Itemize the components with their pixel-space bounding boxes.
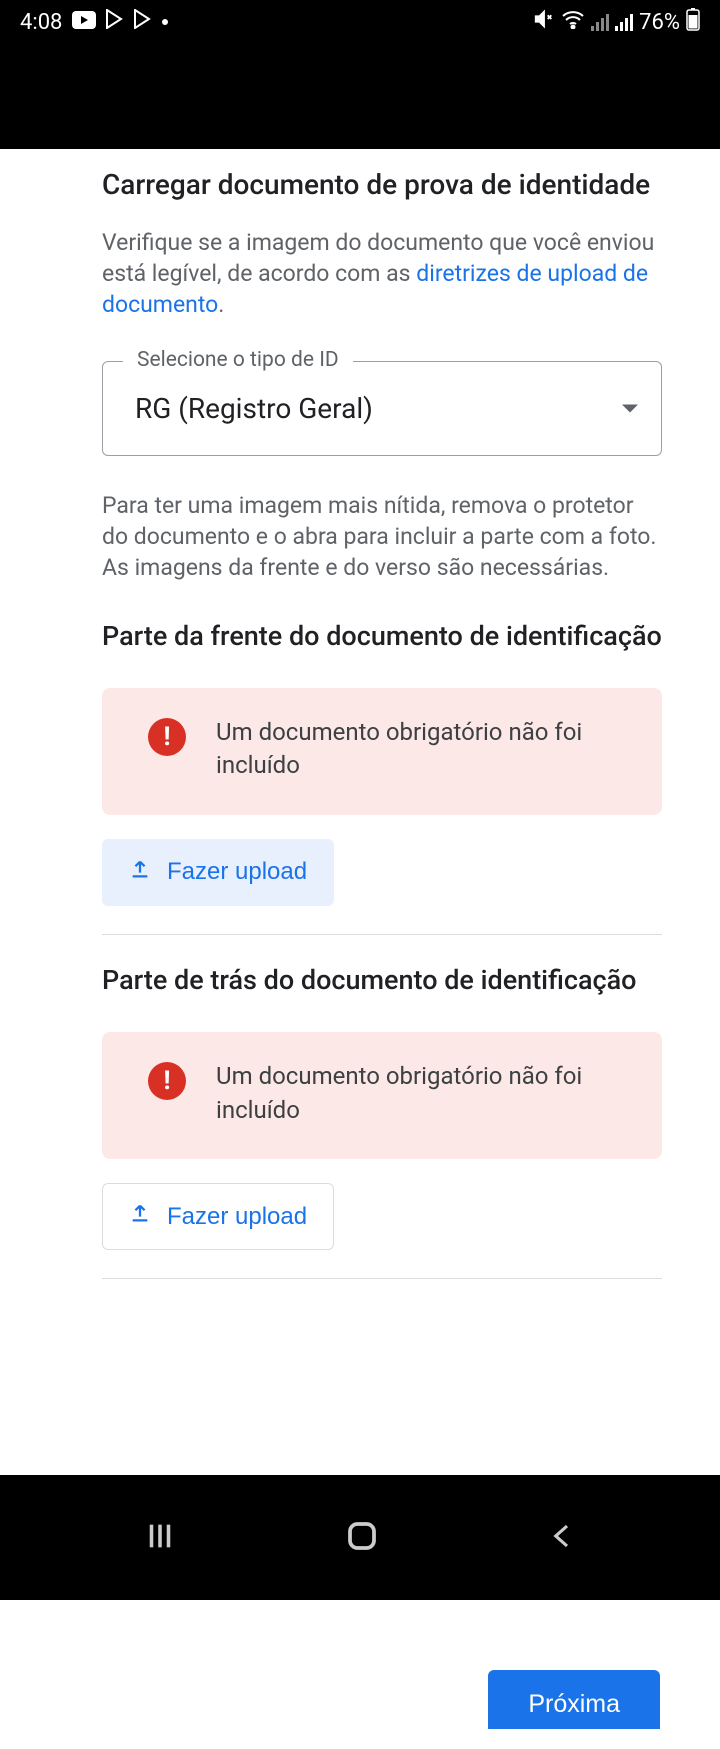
signal-icon [615, 13, 633, 31]
upload-back-label: Fazer upload [167, 1203, 307, 1231]
next-button[interactable]: Próxima [488, 1670, 660, 1729]
home-button[interactable] [344, 1518, 380, 1558]
front-section-title: Parte da frente do documento de identifi… [102, 619, 662, 654]
dot-icon [162, 19, 168, 25]
id-type-select[interactable]: Selecione o tipo de ID RG (Registro Gera… [102, 361, 662, 456]
error-icon: ! [148, 718, 186, 756]
upload-back-button[interactable]: Fazer upload [102, 1183, 334, 1250]
play-icon [106, 9, 124, 35]
front-error-banner: ! Um documento obrigatório não foi inclu… [102, 688, 662, 815]
chevron-down-icon [621, 399, 639, 418]
wifi-icon [561, 9, 585, 35]
status-time: 4:08 [20, 10, 62, 35]
battery-icon [686, 7, 700, 37]
recents-button[interactable] [143, 1519, 177, 1557]
divider [102, 934, 662, 935]
page-title: Carregar documento de prova de identidad… [102, 167, 662, 203]
status-bar: 4:08 76% [0, 0, 720, 44]
upload-front-label: Fazer upload [167, 858, 307, 886]
youtube-icon [72, 10, 96, 35]
signal-icon [591, 13, 609, 31]
mute-icon [533, 8, 555, 36]
select-value: RG (Registro Geral) [135, 392, 639, 425]
upload-icon [129, 1202, 151, 1231]
back-section-title: Parte de trás do documento de identifica… [102, 963, 662, 998]
error-icon: ! [148, 1062, 186, 1100]
verify-instruction: Verifique se a imagem do documento que v… [102, 227, 662, 320]
back-error-banner: ! Um documento obrigatório não foi inclu… [102, 1032, 662, 1159]
app-header [0, 44, 720, 149]
battery-text: 76% [639, 10, 680, 35]
verify-text-part2: . [218, 291, 224, 318]
photo-instruction: Para ter uma imagem mais nítida, remova … [102, 490, 662, 583]
play-icon [134, 9, 152, 35]
upload-front-button[interactable]: Fazer upload [102, 839, 334, 906]
select-label: Selecione o tipo de ID [123, 348, 353, 372]
android-nav-bar [0, 1475, 720, 1600]
upload-icon [129, 858, 151, 887]
back-button[interactable] [547, 1519, 577, 1557]
front-error-text: Um documento obrigatório não foi incluíd… [216, 716, 632, 783]
divider [102, 1278, 662, 1279]
back-error-text: Um documento obrigatório não foi incluíd… [216, 1060, 632, 1127]
